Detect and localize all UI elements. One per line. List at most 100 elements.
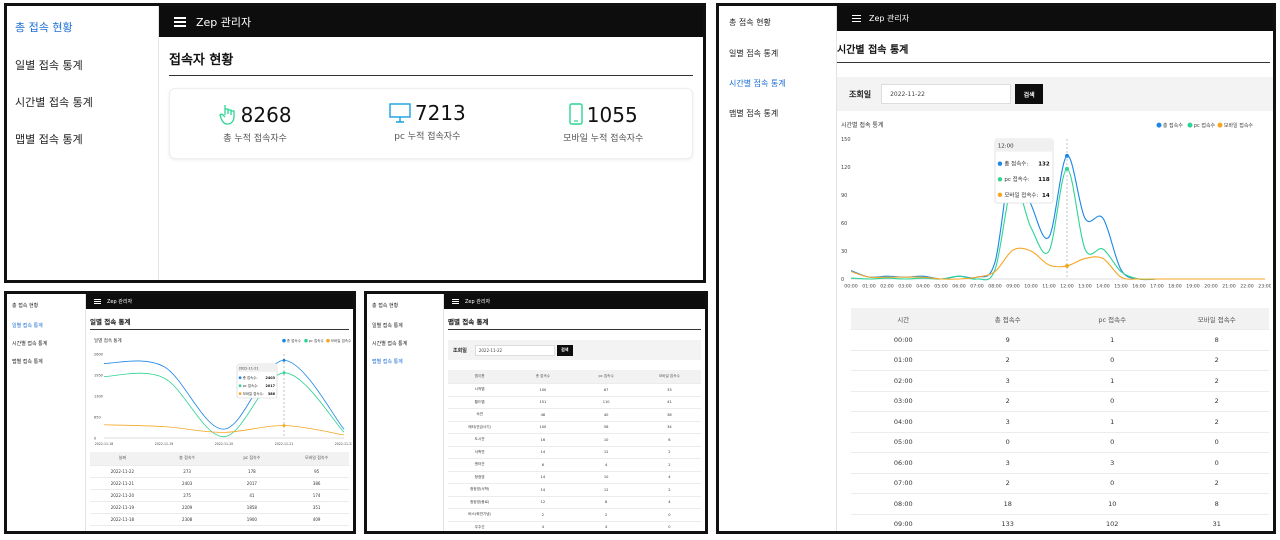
sidebar-item-total[interactable]: 총 접속 현황 <box>719 6 836 37</box>
legend-label: pc 접속수 <box>309 338 325 343</box>
hamburger-menu-icon[interactable] <box>94 299 101 304</box>
daily-chart-box: 일별 접속 통계 총 접속수 pc 접속수 모바일 접속수 0 650 1300 1950 26… <box>90 334 352 450</box>
hourly-table-row: 04:00 3 1 2 <box>851 411 1269 433</box>
hourly-cell: 31 <box>1164 514 1269 531</box>
map-cell: 4 <box>574 458 638 472</box>
x-tick-label: 2022-11-18 <box>95 442 114 446</box>
hourly-cell: 8 <box>1164 329 1269 351</box>
stat-pc-value: 7213 <box>414 101 466 125</box>
daily-col-header: 모바일 접속수 <box>284 452 349 466</box>
daily-cell: 2022-11-22 <box>90 465 155 478</box>
stat-total: 8268 총 누적 접속자수 <box>218 103 292 144</box>
stats-card: 8268 총 누적 접속자수 7213 pc 누적 접속자수 1055 모바일 … <box>169 88 693 159</box>
hourly-table-row: 00:00 9 1 8 <box>851 329 1269 351</box>
data-point <box>1065 166 1069 171</box>
hourly-cell: 0 <box>1060 350 1165 371</box>
sidebar-item-map[interactable]: 맵별 접속 통계 <box>7 352 85 370</box>
sidebar-item-map[interactable]: 맵별 접속 통계 <box>719 97 836 127</box>
map-table-row: 청정영(종로) 12 8 4 <box>448 496 701 509</box>
daily-col-header: pc 접속수 <box>219 452 285 466</box>
tooltip-title: 2022-11-21 <box>239 366 259 370</box>
sidebar-item-map[interactable]: 맵별 접속 통계 <box>367 352 443 370</box>
search-button[interactable]: 검색 <box>1015 84 1044 104</box>
map-cell: 버스(혁연기념) <box>448 508 512 522</box>
y-tick-label: 60 <box>841 221 847 227</box>
tooltip-marker <box>238 384 242 388</box>
map-cell: 도시연 <box>448 433 512 447</box>
hourly-cell: 2 <box>1164 370 1269 392</box>
stat-pc-label: pc 누적 접속자수 <box>394 132 461 142</box>
app-title: Zep 관리자 <box>869 14 910 23</box>
map-cell: 청정영(종로) <box>448 496 512 509</box>
map-cell: 월드맵 <box>448 396 512 409</box>
page-title: 시간별 접속 통계 <box>837 41 1270 63</box>
sidebar-item-total[interactable]: 총 접속 현황 <box>367 294 443 316</box>
x-tick-label: 14:00 <box>1096 284 1110 290</box>
date-input[interactable]: 2022-11-22 <box>474 344 555 356</box>
date-input[interactable]: 2022-11-22 <box>881 84 1012 104</box>
map-cell: 메타(연금사기) <box>448 421 512 434</box>
daily-table-body: 2022-11-22 273 178 95 2022-11-21 2403 2017 386 2… <box>90 465 349 526</box>
map-table-row: 월드맵 151 110 41 <box>448 396 701 409</box>
data-point <box>1065 263 1069 268</box>
hourly-cell: 1 <box>1060 329 1165 351</box>
hourly-cell: 18 <box>955 493 1060 515</box>
hamburger-menu-icon[interactable] <box>452 299 459 304</box>
search-bar: 조회일 2022-11-22 검색 <box>448 340 701 360</box>
map-table-row: 청정영 14 10 4 <box>448 471 701 484</box>
map-col-header: 총 접속수 <box>511 370 575 384</box>
legend-label: pc 접속수 <box>1194 122 1216 129</box>
data-point <box>1065 153 1069 158</box>
hourly-table-row: 05:00 0 0 0 <box>851 432 1269 453</box>
x-tick-label: 09:00 <box>1006 284 1020 290</box>
hourly-cell: 3 <box>955 370 1060 392</box>
sidebar-item-hourly[interactable]: 시간별 접속 통계 <box>719 67 836 97</box>
hourly-col-header: 시간 <box>851 308 956 330</box>
map-cell: 48 <box>511 408 575 422</box>
x-tick-label: 11:00 <box>1042 284 1056 290</box>
legend-label: 총 접속수 <box>1163 122 1183 129</box>
sidebar-item-total[interactable]: 총 접속 현황 <box>7 294 85 316</box>
map-cell: 16 <box>511 433 575 447</box>
map-table-body: 시작맵 100 67 33 월드맵 151 110 41 숙연 48 40 38 메타(연금사기) 100… <box>448 383 701 531</box>
search-label: 조회일 <box>453 347 467 354</box>
sidebar: 총 접속 현황 일별 접속 통계 시간별 접속 통계 맵별 접속 통계 <box>719 6 837 531</box>
sidebar-item-hourly[interactable]: 시간별 접속 통계 <box>7 334 85 352</box>
map-table-row: 청정영(서학) 14 12 2 <box>448 483 701 497</box>
hamburger-menu-icon[interactable] <box>174 16 186 27</box>
map-table-row: 우주선 4 4 0 <box>448 521 701 531</box>
page-title: 일별 접속 통계 <box>90 316 349 330</box>
sidebar-item-daily[interactable]: 일별 접속 통계 <box>719 37 836 67</box>
map-cell: 우주선 <box>448 521 512 531</box>
hourly-table-header: 시간 총 접속수 pc 접속수 모바일 접속수 <box>851 308 1269 330</box>
sidebar-item-daily[interactable]: 일별 접속 통계 <box>7 46 158 83</box>
x-tick-label: 05:00 <box>934 284 948 290</box>
y-tick-label: 2600 <box>94 352 103 356</box>
hamburger-menu-icon[interactable] <box>852 14 861 23</box>
daily-col-header: 총 접속수 <box>154 452 220 466</box>
x-tick-label: 07:00 <box>970 284 984 290</box>
hourly-cell: 05:00 <box>851 432 956 453</box>
daily-cell: 273 <box>154 465 220 478</box>
x-tick-label: 19:00 <box>1186 284 1200 290</box>
tooltip-marker <box>997 177 1003 182</box>
series-line <box>103 359 345 430</box>
y-tick-label: 120 <box>841 165 851 171</box>
search-button[interactable]: 검색 <box>556 344 573 356</box>
daily-cell: 95 <box>284 465 349 478</box>
legend-marker <box>304 338 308 343</box>
topbar: Zep 관리자 <box>837 6 1273 31</box>
y-tick-label: 0 <box>94 436 96 440</box>
sidebar-item-daily[interactable]: 일별 접속 통계 <box>7 316 85 334</box>
legend-label: 총 접속수 <box>287 338 302 343</box>
sidebar-item-hourly[interactable]: 시간별 접속 통계 <box>7 83 158 120</box>
sidebar-item-map[interactable]: 맵별 접속 통계 <box>7 120 158 157</box>
stat-mobile: 1055 모바일 누적 접속자수 <box>563 103 643 144</box>
stat-mobile-value: 1055 <box>586 103 638 127</box>
hourly-cell: 0 <box>1060 473 1165 494</box>
sidebar-item-hourly[interactable]: 시간별 접속 통계 <box>367 334 443 352</box>
sidebar-item-total[interactable]: 총 접속 현황 <box>7 6 158 46</box>
sidebar-item-daily[interactable]: 일별 접속 통계 <box>367 316 443 334</box>
map-col-header: 맵이름 <box>448 370 512 384</box>
daily-cell: 41 <box>219 489 285 502</box>
